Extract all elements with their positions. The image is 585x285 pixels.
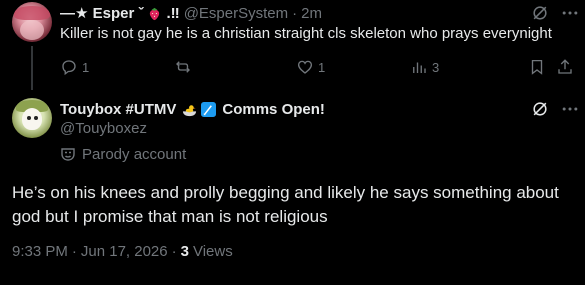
like-button[interactable]: 1 <box>296 57 325 77</box>
main-header: Touybox #UTMV Comms Open! <box>60 99 325 119</box>
separator-dot: · <box>171 243 177 260</box>
share-icon <box>558 59 572 74</box>
tweet-time[interactable]: 9:33 PM <box>12 243 68 260</box>
parent-name-suffix: .‼ <box>166 4 180 22</box>
separator-dot: · <box>292 4 298 22</box>
tweet-meta: 9:33 PM · Jun 17, 2026 · 3 Views <box>12 243 233 260</box>
thread-connector <box>31 46 33 90</box>
paint-brush-icon <box>201 101 217 117</box>
separator-dot: · <box>71 243 77 260</box>
bookmark-button[interactable] <box>528 57 546 77</box>
share-button[interactable] <box>556 57 574 77</box>
views-button[interactable]: 3 <box>410 57 439 77</box>
more-icon[interactable] <box>560 99 580 119</box>
views-count: 3 <box>432 59 440 75</box>
bookmark-icon <box>531 59 543 75</box>
parody-label-text: Parody account <box>82 145 187 163</box>
grok-icon[interactable] <box>530 99 550 119</box>
parent-tweet-text: Killer is not gay he is a christian stra… <box>60 25 552 42</box>
main-name-suffix: Comms Open! <box>222 100 325 118</box>
strawberry-icon <box>150 7 160 20</box>
main-tweet-text: He’s on his knees and prolly begging and… <box>12 183 559 226</box>
views-icon <box>413 62 426 73</box>
views-label: Views <box>192 243 233 260</box>
parent-avatar[interactable] <box>12 2 52 42</box>
main-avatar[interactable] <box>12 98 52 138</box>
parent-time[interactable]: 2m <box>301 5 322 22</box>
main-display-name[interactable]: Touybox #UTMV <box>60 101 176 118</box>
parent-display-name[interactable]: —★ Esper ˇ <box>60 4 143 22</box>
more-icon[interactable] <box>560 3 580 23</box>
parent-action-bar: 1 1 3 <box>60 57 575 77</box>
tweet-date[interactable]: Jun 17, 2026 <box>81 243 168 260</box>
parent-header: —★ Esper ˇ .‼ @EsperSystem · 2m <box>60 3 322 23</box>
parent-handle[interactable]: @EsperSystem <box>184 5 288 22</box>
repost-icon <box>176 61 190 73</box>
repost-button[interactable] <box>174 57 196 77</box>
parody-mask-icon <box>61 148 75 161</box>
main-handle[interactable]: @Touyboxez <box>60 120 147 137</box>
like-count: 1 <box>318 59 326 75</box>
grok-icon[interactable] <box>530 3 550 23</box>
duck-bath-icon <box>183 104 197 116</box>
views-count: 3 <box>180 243 189 260</box>
reply-count: 1 <box>82 59 90 75</box>
like-icon <box>297 60 313 74</box>
parody-label: Parody account <box>60 144 186 164</box>
reply-icon <box>62 60 76 76</box>
reply-button[interactable]: 1 <box>60 57 89 77</box>
